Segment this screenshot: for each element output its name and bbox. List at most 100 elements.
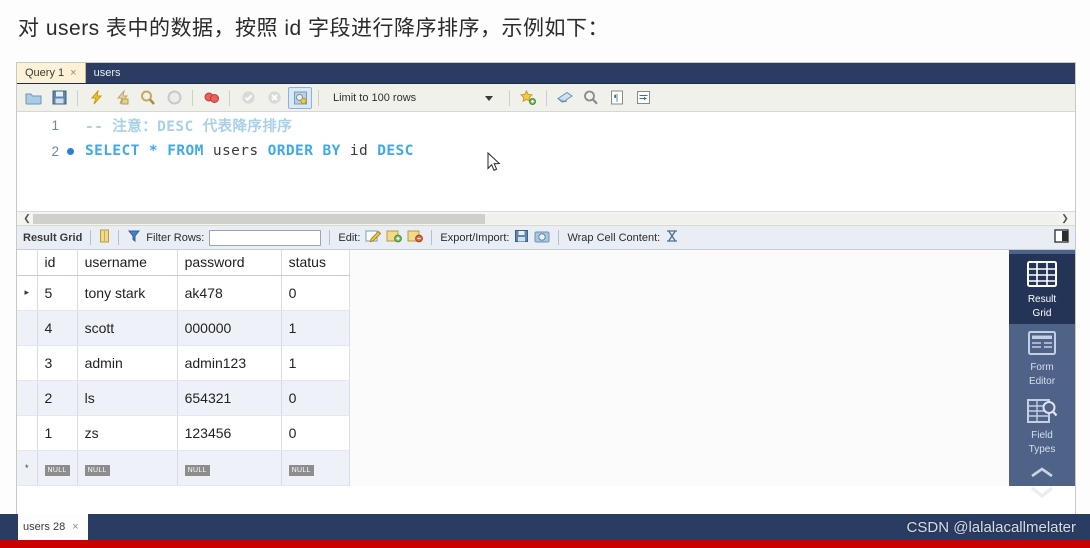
panel-toggle-icon[interactable] xyxy=(1054,229,1069,246)
table-row[interactable]: 3 admin admin123 1 xyxy=(17,345,350,381)
sidebar-item-field-types[interactable]: Field Types xyxy=(1009,392,1075,460)
row-limit-dropdown[interactable]: Limit to 100 rows xyxy=(325,88,503,108)
chevron-up-icon[interactable] xyxy=(1029,466,1055,484)
table-row[interactable]: 4 scott 000000 1 xyxy=(17,310,350,346)
row-selector[interactable] xyxy=(17,380,38,416)
sidebar-item-result-grid[interactable]: Result Grid xyxy=(1009,254,1075,324)
toggle-invisible-icon[interactable]: ¶ xyxy=(605,87,629,109)
execute-current-icon[interactable] xyxy=(110,87,134,109)
cell-status[interactable]: 0 xyxy=(281,415,350,451)
search-icon[interactable] xyxy=(579,87,603,109)
cell-username[interactable]: tony stark xyxy=(77,275,178,311)
cell-id[interactable]: 2 xyxy=(37,380,78,416)
cell-status[interactable]: 1 xyxy=(281,310,350,346)
insert-row-icon[interactable] xyxy=(386,229,403,246)
edit-pencil-icon[interactable] xyxy=(365,229,382,246)
table-row[interactable]: 2 ls 654321 0 xyxy=(17,380,350,416)
sidebar-label-line1: Result xyxy=(1027,294,1057,305)
cell-id[interactable]: 4 xyxy=(37,310,78,346)
edit-label: Edit: xyxy=(338,231,361,244)
commit-icon[interactable] xyxy=(236,87,260,109)
wrap-cell-label: Wrap Cell Content: xyxy=(567,231,661,244)
cell-id-null[interactable]: NULL xyxy=(37,450,78,487)
sidebar-scroll-controls xyxy=(1029,466,1055,505)
cell-id[interactable]: 3 xyxy=(37,345,78,381)
cell-status[interactable]: 1 xyxy=(281,345,350,381)
result-grid-toolbar: Result Grid Filter Rows: Edit: Export/Im… xyxy=(17,226,1075,250)
line-number-1: 1 xyxy=(51,117,59,133)
hscroll-thumb[interactable] xyxy=(33,213,485,224)
cell-id[interactable]: 5 xyxy=(37,275,78,311)
row-selector[interactable] xyxy=(17,415,38,451)
cell-username-null[interactable]: NULL xyxy=(77,450,178,487)
table-row[interactable]: ▸ 5 tony stark ak478 0 xyxy=(17,275,350,311)
explain-icon[interactable] xyxy=(136,87,160,109)
new-row-selector[interactable]: * xyxy=(17,450,38,487)
stop-on-error-icon[interactable] xyxy=(162,87,186,109)
statement-marker-icon xyxy=(63,143,77,159)
column-header-password[interactable]: password xyxy=(177,250,282,276)
editor-hscrollbar[interactable]: ❮ ❯ xyxy=(17,212,1075,226)
cell-username[interactable]: admin xyxy=(77,345,178,381)
cell-status-null[interactable]: NULL xyxy=(281,450,350,487)
wrap-lines-icon[interactable] xyxy=(631,87,655,109)
cell-password[interactable]: 000000 xyxy=(177,310,282,346)
delete-row-icon[interactable] xyxy=(407,229,424,246)
hscroll-track[interactable] xyxy=(33,213,1059,224)
wrap-cell-icon[interactable] xyxy=(665,229,679,246)
chevron-down-icon[interactable] xyxy=(1029,485,1055,505)
cell-password[interactable]: admin123 xyxy=(177,345,282,381)
column-header-id[interactable]: id xyxy=(37,250,78,276)
status-tab-users[interactable]: users 28 × xyxy=(18,514,88,540)
filter-rows-input[interactable] xyxy=(209,229,322,246)
mouse-cursor-icon xyxy=(487,151,503,178)
find-icon[interactable] xyxy=(553,87,577,109)
beautify-icon[interactable] xyxy=(516,87,540,109)
cell-username[interactable]: scott xyxy=(77,310,178,346)
column-header-status[interactable]: status xyxy=(281,250,350,276)
cell-id[interactable]: 1 xyxy=(37,415,78,451)
open-folder-icon[interactable] xyxy=(21,87,45,109)
save-icon[interactable] xyxy=(47,87,71,109)
watermark: CSDN @lalalacallmelater xyxy=(906,519,1076,536)
filter-rows-label: Filter Rows: xyxy=(146,231,205,244)
result-grid-area: id username password status ▸ 5 tony sta… xyxy=(17,250,1075,499)
cell-status[interactable]: 0 xyxy=(281,380,350,416)
column-header-username[interactable]: username xyxy=(77,250,178,276)
scroll-right-icon[interactable]: ❯ xyxy=(1059,213,1071,224)
sql-keyword-select: SELECT xyxy=(85,143,140,159)
sql-editor[interactable]: 1 -- 注意：DESC 代表降序排序 2 SELECT * FROM user… xyxy=(17,112,1075,212)
close-icon[interactable]: × xyxy=(72,521,78,533)
sidebar-label-line2: Editor xyxy=(1028,376,1056,387)
filter-icon[interactable] xyxy=(127,229,141,246)
execute-icon[interactable] xyxy=(84,87,108,109)
row-selector[interactable]: ▸ xyxy=(17,275,38,311)
sidebar-item-form-editor[interactable]: Form Editor xyxy=(1009,324,1075,392)
export-icon[interactable] xyxy=(514,229,529,246)
chevron-down-icon xyxy=(485,95,493,101)
table-new-row[interactable]: * NULL NULL NULL NULL xyxy=(17,450,350,487)
sql-keyword-orderby: ORDER BY xyxy=(267,143,341,159)
rollback-icon[interactable] xyxy=(262,87,286,109)
table-row[interactable]: 1 zs 123456 0 xyxy=(17,415,350,451)
import-icon[interactable] xyxy=(534,229,550,246)
toggle-query-icon[interactable] xyxy=(199,87,223,109)
scroll-left-icon[interactable]: ❮ xyxy=(21,213,33,224)
cell-password[interactable]: 654321 xyxy=(177,380,282,416)
tab-users[interactable]: users xyxy=(85,63,129,83)
row-selector[interactable] xyxy=(17,345,38,381)
cell-status[interactable]: 0 xyxy=(281,275,350,311)
grid-toggle-icon[interactable] xyxy=(99,229,110,246)
sidebar-label-line2: Types xyxy=(1028,444,1056,455)
sql-comment: -- 注意：DESC 代表降序排序 xyxy=(85,118,293,135)
autocommit-icon[interactable] xyxy=(288,86,312,109)
close-icon[interactable]: × xyxy=(70,67,76,79)
cell-username[interactable]: ls xyxy=(77,380,178,416)
sql-keyword-desc: DESC xyxy=(377,143,414,159)
row-selector[interactable] xyxy=(17,310,38,346)
tab-query-1[interactable]: Query 1 × xyxy=(17,63,86,83)
cell-password-null[interactable]: NULL xyxy=(177,450,282,487)
cell-username[interactable]: zs xyxy=(77,415,178,451)
cell-password[interactable]: ak478 xyxy=(177,275,282,311)
cell-password[interactable]: 123456 xyxy=(177,415,282,451)
